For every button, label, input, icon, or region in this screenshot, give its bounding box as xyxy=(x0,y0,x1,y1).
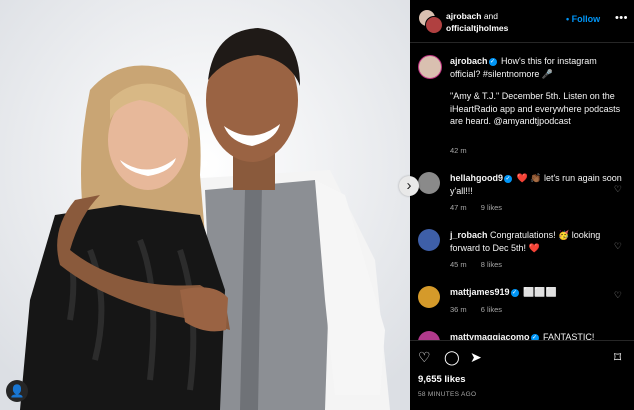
comment-meta: 47 m 9 likes xyxy=(450,203,514,212)
couple-photo-illustration xyxy=(0,0,410,410)
comment-meta: 36 m 6 likes xyxy=(450,305,514,314)
action-bar: ♡ ◯ ➤ ⌑ xyxy=(418,349,628,367)
avatar-officialtjholmes xyxy=(425,16,443,34)
follow-label: Follow xyxy=(571,14,601,24)
post-photo[interactable] xyxy=(0,0,410,410)
avatar[interactable] xyxy=(418,172,440,194)
comment-text: hellahgood9 ✓ ❤️ 👏🏾 let's run again soon … xyxy=(450,172,626,197)
heart-icon[interactable]: ♡ xyxy=(614,184,622,195)
post-header: ajrobach and officialtjholmes • Follow •… xyxy=(410,0,634,43)
author-connector: and xyxy=(483,11,498,21)
tagged-users-icon[interactable]: 👤 xyxy=(6,380,28,402)
comment-username[interactable]: j_robach xyxy=(450,230,488,240)
comment-bubble-icon[interactable]: ◯ xyxy=(444,349,460,365)
verified-badge-icon: ✓ xyxy=(510,288,519,297)
author-link-officialtjholmes[interactable]: officialtjholmes xyxy=(446,23,508,33)
comment-likes[interactable]: 9 likes xyxy=(481,203,502,212)
collab-avatars[interactable] xyxy=(418,9,443,34)
comment-likes[interactable]: 8 likes xyxy=(481,260,502,269)
heart-icon[interactable]: ♡ xyxy=(614,290,622,301)
bookmark-icon[interactable]: ⌑ xyxy=(614,349,621,365)
heart-icon[interactable]: ♡ xyxy=(614,241,622,252)
caption-time: 42 m xyxy=(450,146,467,155)
comment-time: 47 m xyxy=(450,203,467,212)
caption-text: ajrobach ✓ How's this for instagram offic… xyxy=(450,55,626,128)
comment-meta: 45 m 8 likes xyxy=(450,260,514,269)
comment-username[interactable]: hellahgood9 xyxy=(450,173,503,183)
comment-time: 45 m xyxy=(450,260,467,269)
more-horizontal-icon[interactable]: ••• xyxy=(615,12,628,24)
like-heart-icon[interactable]: ♡ xyxy=(418,349,431,365)
instagram-post-window: › 👤 ajrobach and officialtjholmes • Foll… xyxy=(0,0,634,410)
share-paper-plane-icon[interactable]: ➤ xyxy=(470,349,482,365)
avatar[interactable] xyxy=(418,229,440,251)
comment-time: 36 m xyxy=(450,305,467,314)
post-side-panel: ajrobach and officialtjholmes • Follow •… xyxy=(410,0,634,410)
comment-likes[interactable]: 6 likes xyxy=(481,305,502,314)
caption-meta: 42 m xyxy=(450,146,479,155)
follow-button[interactable]: • Follow xyxy=(566,14,600,24)
post-timestamp: 58 MINUTES AGO xyxy=(418,391,477,398)
post-footer: ♡ ◯ ➤ ⌑ 9,655 likes 58 MINUTES AGO xyxy=(410,340,634,410)
caption-username[interactable]: ajrobach xyxy=(450,56,488,66)
next-photo-arrow-icon[interactable]: › xyxy=(399,176,419,196)
post-authors: ajrobach and officialtjholmes xyxy=(446,10,566,34)
verified-badge-icon: ✓ xyxy=(504,174,513,183)
caption-line2: "Amy & T.J." December 5th. Listen on the… xyxy=(450,91,621,126)
avatar[interactable] xyxy=(418,286,440,308)
verified-badge-icon: ✓ xyxy=(488,57,497,66)
comment-body: ⬜⬜⬜ xyxy=(523,287,557,297)
comment-text: mattjames919 ✓ ⬜⬜⬜ xyxy=(450,286,626,299)
avatar[interactable] xyxy=(418,55,442,79)
comment-username[interactable]: mattjames919 xyxy=(450,287,510,297)
author-link-ajrobach[interactable]: ajrobach xyxy=(446,11,481,21)
comment-text: j_robach Congratulations! 🥳 looking forw… xyxy=(450,229,626,254)
like-count[interactable]: 9,655 likes xyxy=(418,374,466,385)
